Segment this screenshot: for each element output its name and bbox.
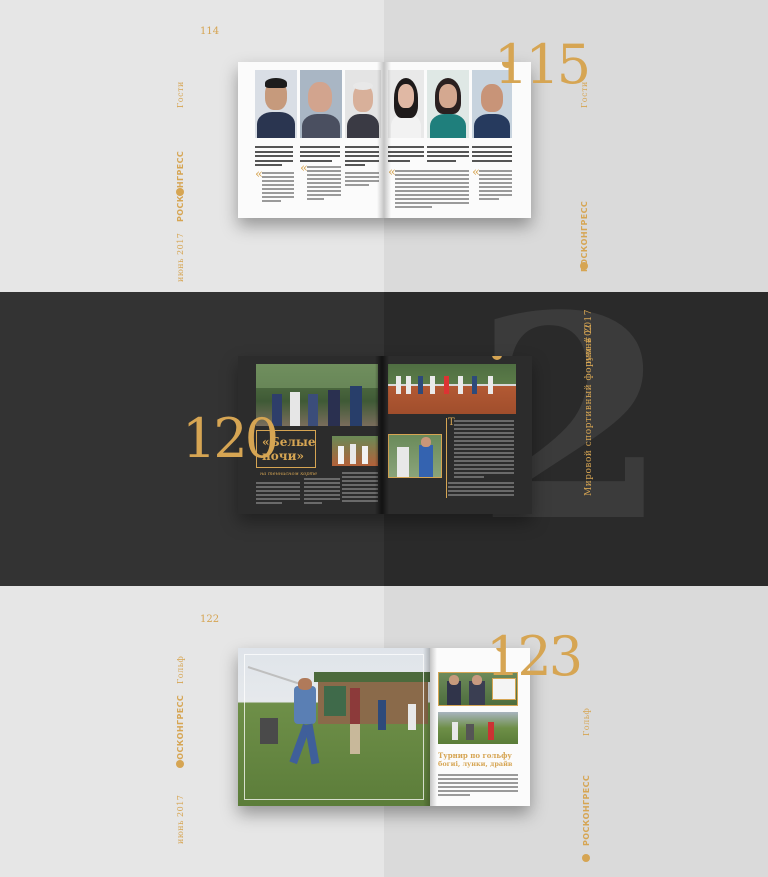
roscongress-logo-icon bbox=[580, 262, 588, 270]
roscongress-logo-icon bbox=[492, 356, 502, 360]
article-title-line1: Турнир по гольфу bbox=[438, 751, 512, 760]
left-page: « « bbox=[238, 62, 384, 218]
event-photo-handshake bbox=[388, 434, 442, 478]
article-title-line2: богиі, лунки, драйв bbox=[438, 760, 513, 768]
spine-date: июнь 2017 bbox=[584, 309, 594, 364]
magazine-spread-guests: « « « « bbox=[238, 62, 531, 218]
date-vertical: июнь 2017 bbox=[176, 794, 185, 844]
portrait-photo bbox=[255, 70, 297, 138]
portrait-photo bbox=[427, 70, 469, 138]
magazine-spread-tennis: «Белые ночи» на теннисном корте T bbox=[238, 356, 532, 514]
golf-photo-course bbox=[438, 712, 518, 744]
page-number-large: 115 bbox=[494, 33, 591, 96]
roscongress-logo-icon bbox=[176, 188, 184, 196]
side-label: Гольф bbox=[176, 655, 185, 684]
spread-section-guests: 114 Гости РОСКОНГРЕСС июнь 2017 Гости РО… bbox=[0, 0, 768, 292]
brand-vertical: РОСКОНГРЕСС bbox=[176, 694, 185, 766]
roscongress-logo-icon bbox=[582, 854, 590, 862]
page-number-left: 114 bbox=[200, 26, 220, 37]
article-subtitle: на теннисном корте bbox=[260, 471, 318, 477]
brand-vertical-right: РОСКОНГРЕСС bbox=[582, 774, 591, 846]
portrait-photo bbox=[388, 70, 424, 138]
event-photo-court bbox=[332, 436, 378, 466]
spread-section-golf: 122 Гольф РОСКОНГРЕСС июнь 2017 Гольф РО… bbox=[0, 586, 768, 877]
page-number-large: 123 bbox=[486, 625, 583, 688]
roscongress-logo-icon bbox=[176, 760, 184, 768]
page-number-left: 122 bbox=[200, 614, 220, 625]
side-label: Гости bbox=[176, 81, 185, 108]
photo-frame bbox=[244, 654, 424, 800]
left-page bbox=[238, 648, 430, 806]
column-rule bbox=[446, 418, 447, 498]
spread-section-tennis: 2 Мировой спортивный форум #02 июнь 2017… bbox=[0, 292, 768, 586]
side-label-right: Гольф bbox=[582, 707, 591, 736]
right-page: T bbox=[382, 356, 532, 514]
portrait-photo bbox=[300, 70, 342, 138]
event-photo-tennis-court bbox=[388, 364, 516, 414]
page-number-large: 120 bbox=[182, 407, 279, 470]
date-vertical: июнь 2017 bbox=[176, 232, 185, 282]
portrait-photo bbox=[345, 70, 381, 138]
brand-vertical: РОСКОНГРЕСС bbox=[176, 150, 185, 222]
